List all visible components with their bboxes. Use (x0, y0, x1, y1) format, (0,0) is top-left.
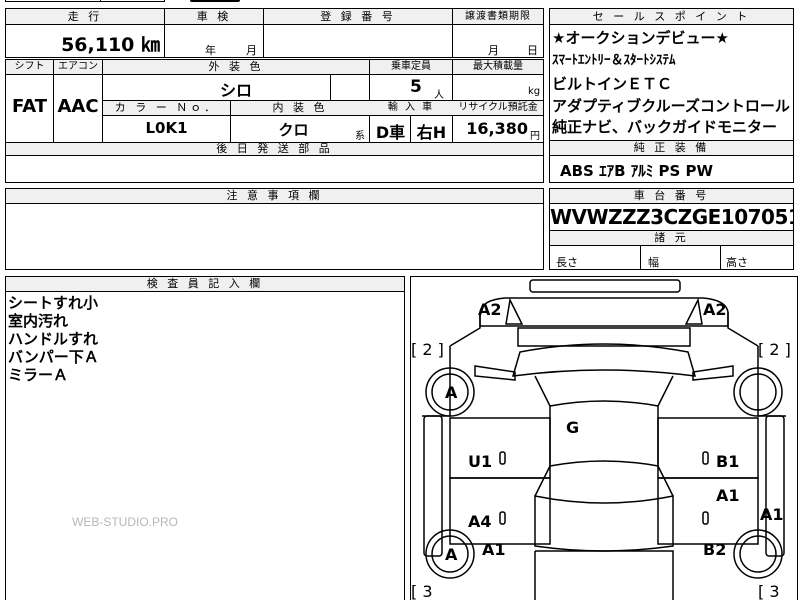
capacity-unit: 人 (434, 90, 444, 101)
recycle-label: リサイクル預託金 (458, 102, 538, 113)
damage-a2-left: A2 (478, 300, 502, 319)
inspector-note: ミラーＡ (8, 366, 69, 384)
shift-label: シフト (14, 61, 45, 72)
aircon-label: エアコン (58, 61, 98, 72)
left-front-door (449, 417, 551, 479)
inspector-note: シートすれ小 (8, 294, 99, 312)
right-front-door (657, 417, 759, 479)
wheel-rear-left-mark: A (445, 545, 458, 564)
interior-suffix: 系 (355, 131, 365, 142)
rear-window-shape (534, 495, 674, 552)
bracket-left-top: [ 2 ] (411, 340, 444, 359)
width-label: 幅 (648, 256, 659, 269)
import-label: 輸 入 車 (387, 102, 435, 113)
selling-point-item: アダプティブクルーズコントロール (552, 97, 790, 115)
windshield-shape (511, 343, 697, 377)
parts-area (5, 155, 544, 183)
transfer-day: 日 (527, 44, 538, 57)
inspector-note: ハンドルすれ (8, 330, 99, 348)
car-diagram (422, 279, 786, 600)
chassis-label: 車 台 番 号 (633, 189, 710, 202)
left-sill (423, 415, 443, 557)
bracket-left-bottom: [ 3 (411, 582, 433, 600)
equipment-label: 純 正 装 備 (633, 141, 710, 154)
inspection-year: 年 (205, 44, 216, 57)
damage-a2-right: A2 (703, 300, 727, 319)
capacity-label: 乗車定員 (391, 61, 431, 72)
watermark: WEB-STUDIO.PRO (72, 515, 179, 529)
transfer-month: 月 (488, 44, 499, 57)
damage-u1: U1 (468, 452, 493, 471)
trunk-shape (534, 550, 674, 600)
aircon-value: AAC (57, 96, 99, 117)
equipment-value: ABS ｴｱB ｱﾙﾐ PS PW (560, 162, 714, 180)
right-mirror (692, 365, 734, 381)
bracket-right-top: [ 2 ] (758, 340, 791, 359)
mileage-value: 56,110 ㎞ (61, 34, 160, 56)
recycle-value: 16,380 (466, 119, 528, 138)
selling-point-item: 純正ナビ、バックガイドモニター (552, 118, 778, 136)
parts-label: 後 日 発 送 部 品 (216, 142, 333, 155)
notes-label: 注 意 事 項 欄 (226, 189, 323, 202)
selling-points-label: セ ー ル ス ポ イ ン ト (592, 10, 751, 23)
bracket-right-bottom: [ 3 (758, 582, 780, 600)
recycle-unit: 円 (530, 131, 540, 142)
import-h-value: 右H (416, 123, 447, 142)
inspector-note: バンパー下Ａ (8, 348, 99, 366)
shift-value: FAT (11, 96, 48, 117)
max-load-label: 最大積載量 (473, 61, 523, 72)
front-bumper-shape (479, 297, 729, 327)
damage-a4: A4 (468, 512, 492, 531)
inspector-label: 検 査 員 記 入 欄 (146, 277, 264, 290)
right-front-fender (727, 312, 759, 347)
dims-label: 諸 元 (654, 231, 689, 244)
chassis-number: WVWZZZ3CZGE107051 (550, 205, 793, 229)
height-label: 高さ (726, 256, 748, 269)
damage-b2: B2 (703, 540, 727, 559)
mileage-label: 走 行 (67, 10, 103, 23)
exterior-color-label: 外 装 色 (208, 60, 264, 73)
left-mirror (474, 365, 516, 381)
right-headlight (684, 297, 703, 325)
selling-point-item: ビルトインＥＴＣ (552, 75, 673, 93)
inspection-month: 月 (246, 44, 257, 57)
import-d-value: D車 (375, 123, 406, 142)
transfer-doc-label: 譲渡書類期限 (465, 11, 531, 22)
front-grille-shape (529, 279, 681, 293)
damage-g: G (566, 418, 580, 437)
selling-point-item: ★オークションデビュー★ (552, 29, 729, 47)
length-label: 長さ (556, 256, 578, 269)
damage-a1-right-door: A1 (716, 486, 740, 505)
exterior-color-value: シロ (219, 81, 252, 100)
inspector-note: 室内汚れ (8, 312, 69, 330)
selling-point-item: ｽﾏｰﾄｴﾝﾄﾘｰ＆ｽﾀｰﾄｼｽﾃﾑ (552, 53, 676, 68)
damage-a1-right-side: A1 (760, 505, 784, 524)
registration-label: 登 録 番 号 (320, 10, 396, 23)
interior-color-value: クロ (278, 121, 309, 139)
inspection-label: 車 検 (196, 10, 232, 23)
left-front-fender (449, 312, 481, 347)
max-load-unit: kg (528, 86, 541, 97)
right-sill (765, 415, 785, 557)
color-no-value: L0K1 (145, 119, 188, 137)
interior-color-label: 内 装 色 (272, 101, 328, 114)
capacity-value: 5 (410, 77, 422, 97)
damage-a1-left-rear: A1 (482, 540, 506, 559)
color-no-label: カ ラ ー Ｎｏ． (114, 101, 219, 114)
wheel-front-left-mark: A (445, 383, 458, 402)
left-headlight (505, 297, 524, 325)
damage-b1: B1 (716, 452, 740, 471)
